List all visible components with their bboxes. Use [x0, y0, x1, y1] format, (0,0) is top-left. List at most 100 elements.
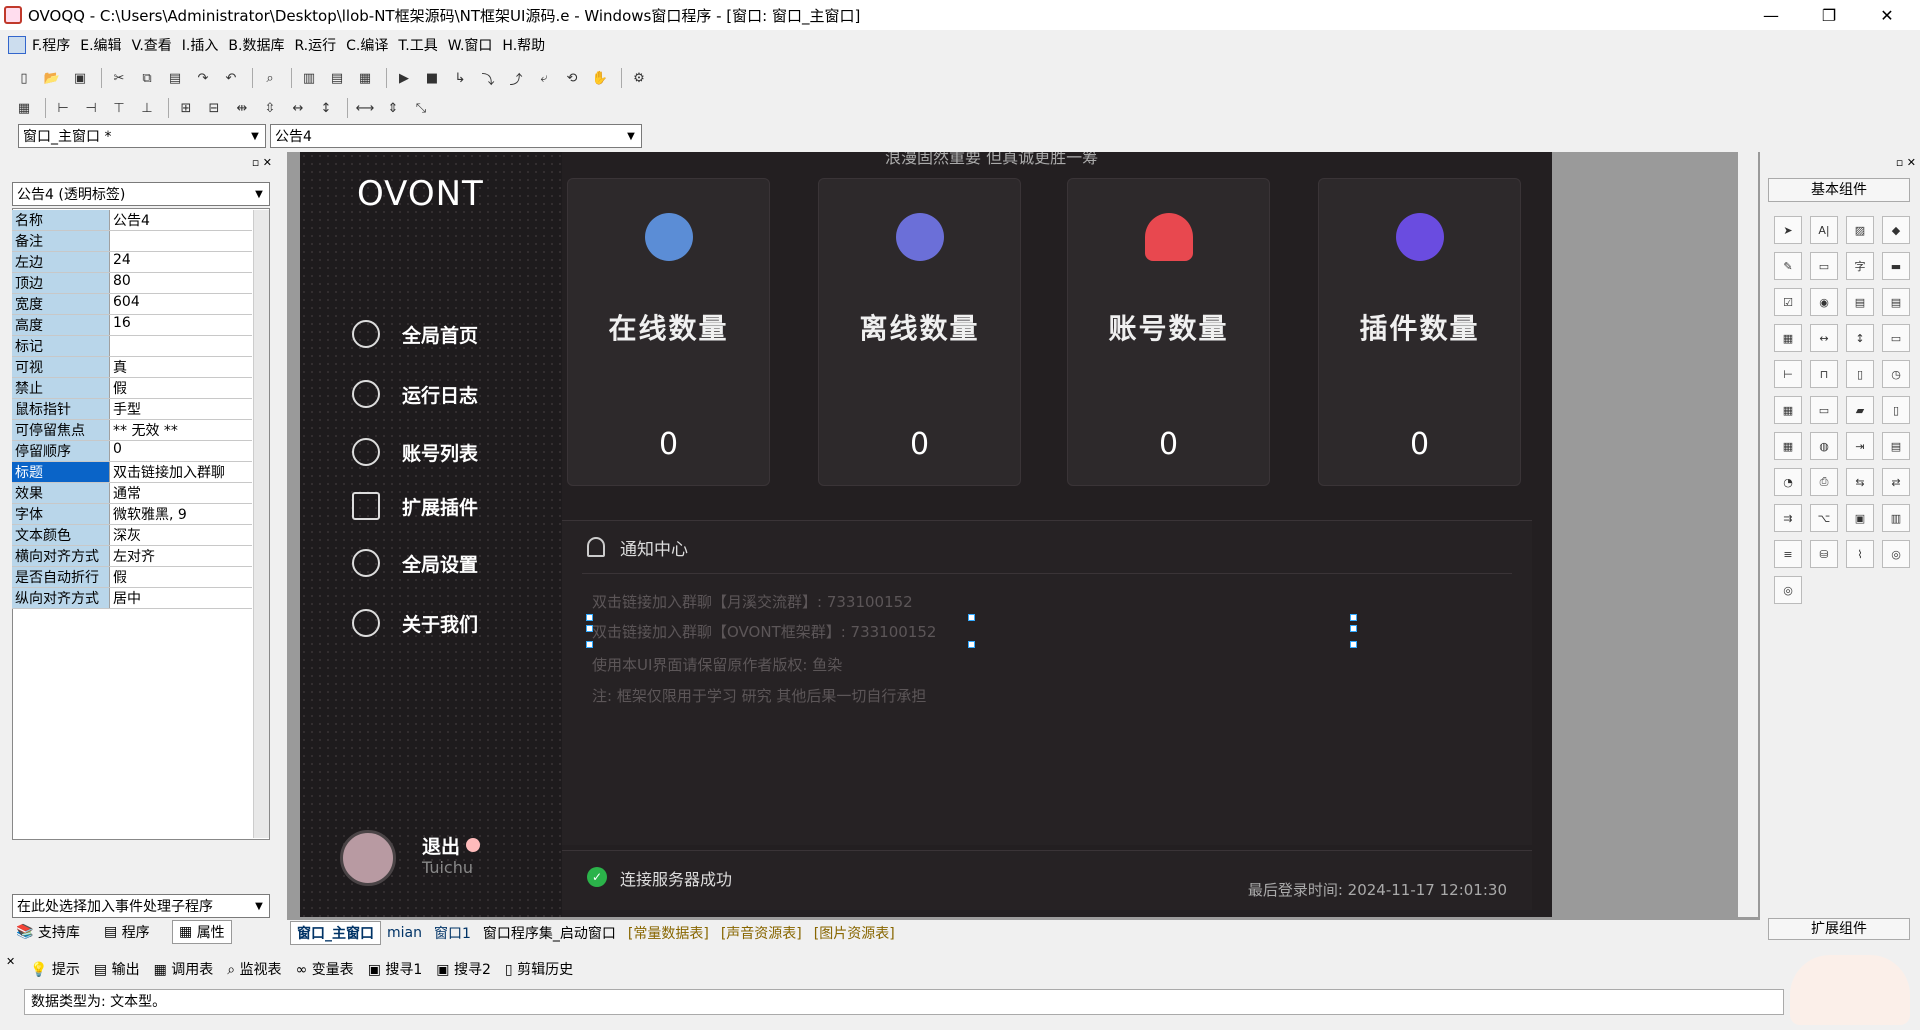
list-icon[interactable]: ≡ — [1774, 540, 1802, 568]
avatar[interactable] — [340, 830, 396, 886]
menu-program[interactable]: F.程序 — [32, 35, 70, 55]
property-row[interactable]: 宽度 604 — [12, 294, 252, 315]
tab-images[interactable]: [图片资源表] — [808, 921, 901, 945]
tab-clip-history[interactable]: ▯ 剪辑历史 — [505, 959, 573, 979]
clock-icon[interactable]: ◔ — [1774, 468, 1802, 496]
scrollbar-v-icon[interactable]: ↕ — [1846, 324, 1874, 352]
menu-insert[interactable]: I.插入 — [182, 35, 219, 55]
cut-icon[interactable]: ✂ — [107, 67, 131, 89]
network-icon[interactable]: ◍ — [1810, 432, 1838, 460]
debug-icon[interactable]: ⚙ — [627, 67, 651, 89]
file-icon[interactable]: ▯ — [1882, 396, 1910, 424]
property-row[interactable]: 禁止假 — [12, 378, 252, 399]
scrollbar-h-icon[interactable]: ↔ — [1810, 324, 1838, 352]
layout3-icon[interactable]: ▦ — [353, 67, 377, 89]
pointer-icon[interactable]: ➤ — [1774, 216, 1802, 244]
property-value[interactable]: 假 — [110, 378, 252, 398]
same-width-icon[interactable]: ↔ — [286, 97, 310, 119]
property-value[interactable]: 左对齐 — [110, 546, 252, 566]
panel-close-icon[interactable]: ▫ ✕ — [1896, 156, 1916, 169]
combobox-icon[interactable]: ▤ — [1846, 288, 1874, 316]
selection-handle[interactable] — [586, 614, 593, 621]
calendar-icon[interactable]: ▦ — [1774, 396, 1802, 424]
save-icon[interactable]: ▣ — [68, 67, 92, 89]
property-row[interactable]: 是否自动折行假 — [12, 567, 252, 588]
property-value[interactable]: 0 — [110, 441, 252, 461]
property-row[interactable]: 可视真 — [12, 357, 252, 378]
tab-sounds[interactable]: [声音资源表] — [715, 921, 808, 945]
printer-icon[interactable]: ⎙ — [1810, 468, 1838, 496]
table-icon[interactable]: ▥ — [1882, 504, 1910, 532]
menu-compile[interactable]: C.编译 — [346, 35, 388, 55]
editbox-icon[interactable]: ✎ — [1774, 252, 1802, 280]
loop-icon[interactable]: ⟲ — [560, 67, 584, 89]
selection-handle[interactable] — [1350, 641, 1357, 648]
tree-icon[interactable]: ⌥ — [1810, 504, 1838, 532]
event-combo[interactable]: 在此处选择加入事件处理子程序 ▼ — [12, 894, 270, 918]
stop-icon[interactable]: ■ — [420, 67, 444, 89]
size-both-icon[interactable]: ⤡ — [409, 97, 433, 119]
align-right-icon[interactable]: ⊣ — [79, 97, 103, 119]
tab-properties[interactable]: ▦ 属性 — [172, 920, 232, 944]
folder-icon[interactable]: ▰ — [1846, 396, 1874, 424]
property-row[interactable]: 可停留焦点 ** 无效 ** — [12, 420, 252, 441]
property-row[interactable]: 顶边 80 — [12, 273, 252, 294]
tab-search1[interactable]: ▣ 搜寻1 — [368, 959, 423, 979]
selection-handle[interactable] — [968, 614, 975, 621]
property-row[interactable]: 横向对齐方式 左对齐 — [12, 546, 252, 567]
paste-icon[interactable]: ▤ — [163, 67, 187, 89]
design-scrollbar[interactable] — [1738, 152, 1758, 917]
property-row[interactable]: 标记 — [12, 336, 252, 357]
property-value[interactable]: 通常 — [110, 483, 252, 503]
split-icon[interactable]: ⇥ — [1846, 432, 1874, 460]
property-row[interactable]: 备注 — [12, 231, 252, 252]
property-value[interactable]: ** 无效 ** — [110, 420, 252, 440]
selection-handle[interactable] — [968, 641, 975, 648]
odbc-db-icon[interactable]: ◎ — [1774, 576, 1802, 604]
tab-output[interactable]: ▤ 输出 — [94, 959, 140, 979]
size-width-icon[interactable]: ⟷ — [353, 97, 377, 119]
property-row[interactable]: 效果 通常 — [12, 483, 252, 504]
nav-log[interactable]: 运行日志 — [352, 380, 478, 408]
tab-variables[interactable]: ∞ 变量表 — [296, 959, 354, 979]
align-top-icon[interactable]: ⊤ — [107, 97, 131, 119]
progress-icon[interactable]: ▭ — [1882, 324, 1910, 352]
property-row[interactable]: 字体 微软雅黑, 9 — [12, 504, 252, 525]
redo-icon[interactable]: ↷ — [191, 67, 215, 89]
property-scrollbar[interactable] — [253, 210, 269, 838]
chart-icon[interactable]: ⌇ — [1846, 540, 1874, 568]
property-row[interactable]: 纵向对齐方式 居中 — [12, 588, 252, 609]
step-icon[interactable]: ↳ — [448, 67, 472, 89]
space-h-icon[interactable]: ⇹ — [230, 97, 254, 119]
basic-components-header[interactable]: 基本组件 — [1768, 178, 1910, 202]
size-height-icon[interactable]: ⇕ — [381, 97, 405, 119]
tab-window1[interactable]: 窗口1 — [428, 921, 477, 945]
notice-line[interactable]: 双击链接加入群聊【月溪交流群】: 733100152 — [592, 591, 913, 612]
property-value[interactable]: 微软雅黑, 9 — [110, 504, 252, 524]
groupbox-icon[interactable]: ▭ — [1810, 252, 1838, 280]
nav-plugins[interactable]: 扩展插件 — [352, 492, 478, 520]
menu-edit[interactable]: E.编辑 — [80, 35, 121, 55]
center-v-icon[interactable]: ⊟ — [202, 97, 226, 119]
tab-search2[interactable]: ▣ 搜寻2 — [436, 959, 491, 979]
property-value[interactable]: 手型 — [110, 399, 252, 419]
property-value[interactable]: 604 — [110, 294, 252, 314]
run-icon[interactable]: ▶ — [392, 67, 416, 89]
menu-tools[interactable]: T.工具 — [398, 35, 437, 55]
button-icon[interactable]: ▬ — [1882, 252, 1910, 280]
tab-startup-window[interactable]: 窗口程序集_启动窗口 — [477, 921, 622, 945]
space-v-icon[interactable]: ⇳ — [258, 97, 282, 119]
find-icon[interactable]: ⌕ — [258, 67, 282, 89]
grid-icon[interactable]: ▦ — [1774, 432, 1802, 460]
center-h-icon[interactable]: ⊞ — [174, 97, 198, 119]
new-icon[interactable]: ▯ — [12, 67, 36, 89]
step-over-icon[interactable]: ⤴ — [504, 67, 528, 89]
tab-hint[interactable]: 💡 提示 — [30, 959, 80, 979]
notice-line[interactable]: 双击链接加入群聊【OVONT框架群】: 733100152 — [592, 621, 936, 642]
logout-label[interactable]: 退出 — [422, 832, 460, 859]
property-value[interactable]: 真 — [110, 357, 252, 377]
property-value[interactable]: 居中 — [110, 588, 252, 608]
tab-constants[interactable]: [常量数据表] — [622, 921, 715, 945]
selection-handle[interactable] — [1350, 614, 1357, 621]
tab-program[interactable]: ▤ 程序 — [98, 920, 156, 944]
